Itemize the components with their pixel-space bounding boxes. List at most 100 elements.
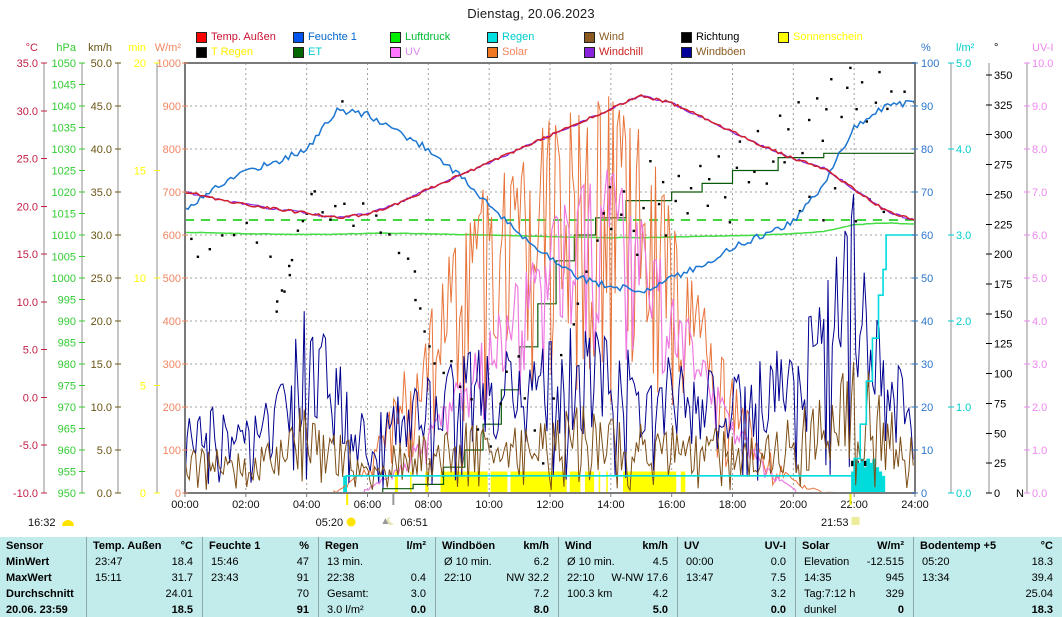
axis-tick-label: 100 <box>994 369 1012 381</box>
table-cell: 18.5 <box>171 604 193 616</box>
table-cell: 4.2 <box>652 588 668 600</box>
table-cell: °C <box>180 540 193 552</box>
axis-tick-label: 150 <box>994 309 1012 321</box>
table-column-temp-au-en: Temp. Außen °C 23:47 18.4 15:11 31.7 24.01 18.5 <box>86 537 202 617</box>
table-cell: 18.3 <box>1031 604 1053 616</box>
axis-tick-label: 6.0 <box>1032 230 1047 242</box>
table-column-sensor: Sensor MinWert MaxWert Durchschnitt 20.06. 2… <box>0 537 86 617</box>
table-cell: 7.5 <box>770 572 786 584</box>
axis-tick-label: 1025 <box>52 166 76 178</box>
axis-tick-label: 35.0 <box>17 58 38 70</box>
axis-tick-label: 965 <box>58 424 76 436</box>
table-cell: km/h <box>642 540 668 552</box>
table-cell: 91 <box>296 604 309 616</box>
x-axis-label: 00:00 <box>171 499 199 511</box>
axis-tick-label: 25 <box>994 458 1006 470</box>
sunrise-sun-icon <box>346 517 356 527</box>
axis-tick-label: 1035 <box>52 123 76 135</box>
axis-tick-label: 60 <box>921 230 933 242</box>
table-cell: km/h <box>523 540 549 552</box>
axis-tick-label: 300 <box>994 130 1012 142</box>
axis-tick-label: 20 <box>921 402 933 414</box>
axis-tick-label: 955 <box>58 467 76 479</box>
series-sonnenschein <box>394 471 686 492</box>
table-cell: 25.04 <box>1025 588 1053 600</box>
table-cell: 70 <box>296 588 309 600</box>
axis-tick-label: 45.0 <box>91 101 112 113</box>
axis-tick-label: 600 <box>163 230 181 242</box>
axis-tick-label: 5.0 <box>23 345 38 357</box>
sunset-sun-icon <box>851 517 860 525</box>
axis-tick-label: 25.0 <box>17 154 38 166</box>
sunrise-time: 05:20 <box>316 517 344 529</box>
axis-tick-label: 250 <box>994 189 1012 201</box>
table-column-windb-en: Windböen km/h Ø 10 min. 6.2 22:10 NW 32.2 7.2 8… <box>435 537 558 617</box>
series-windboeen <box>184 194 914 489</box>
axis-tick-label: 10.0 <box>1032 58 1053 70</box>
table-cell: 0.0 <box>770 604 786 616</box>
axis-tick-label: 125 <box>994 339 1012 351</box>
axis-tick-label: 50 <box>921 273 933 285</box>
axis-tick-label: 900 <box>163 101 181 113</box>
axis-tick-label: 990 <box>58 316 76 328</box>
table-cell: 20.06. 23:59 <box>6 604 68 616</box>
axis-tick-label: 35.0 <box>91 187 112 199</box>
axis-tick-label: 30.0 <box>17 106 38 118</box>
axis-tick-label: 20.0 <box>17 201 38 213</box>
axis-tick-label: 200 <box>163 402 181 414</box>
table-cell: 0.0 <box>770 556 786 568</box>
axis-deg: 3503253002752502252001751501251007550250… <box>986 42 1024 500</box>
table-cell: 13 min. <box>327 556 364 568</box>
table-cell: MinWert <box>6 556 50 568</box>
axis-tick-label: 0.0 <box>956 488 971 500</box>
axis-extra-label: N <box>1016 488 1024 500</box>
table-cell: 47 <box>296 556 309 568</box>
axis-tick-label: 980 <box>58 359 76 371</box>
axis-tick-label: 40.0 <box>91 144 112 156</box>
axis-tick-label: 90 <box>921 101 933 113</box>
sunset-time: 21:53 <box>821 517 849 529</box>
table-cell: 31.7 <box>171 572 193 584</box>
axis-tick-label: 9.0 <box>1032 101 1047 113</box>
axis-tick-label: 1040 <box>52 101 76 113</box>
axis-pct: 1009080706050403020100% <box>912 42 939 500</box>
axis-min: 20 15 10 5 0 min <box>128 42 160 500</box>
axis-tick-label: 400 <box>163 316 181 328</box>
axis-tick-label: 1.0 <box>1032 445 1047 457</box>
axis-tick-label: 970 <box>58 402 76 414</box>
x-axis-label: 10:00 <box>475 499 503 511</box>
axis-tick-label: 75 <box>994 398 1006 410</box>
axis-tick-label: 200 <box>994 249 1012 261</box>
axis-tick-label: 1030 <box>52 144 76 156</box>
table-cell: MaxWert <box>6 572 52 584</box>
axis-tick-label: 10.0 <box>17 297 38 309</box>
table-cell: 0.4 <box>410 572 426 584</box>
x-axis-label: 22:00 <box>840 499 868 511</box>
table-cell: W/m² <box>877 540 904 552</box>
axis-tick-label: 0.0 <box>23 392 38 404</box>
axis-tick-label: 700 <box>163 187 181 199</box>
moon-icon <box>62 520 74 526</box>
table-column-wind: Wind km/h Ø 10 min. 4.5 22:10 W-NW 17.6 100.3 … <box>558 537 677 617</box>
table-cell: 329 <box>885 588 904 600</box>
table-cell: 0 <box>897 604 904 616</box>
axis-tick-label: 1045 <box>52 80 76 92</box>
table-cell: °C <box>1040 540 1053 552</box>
axis-tick-label: 10 <box>921 445 933 457</box>
x-axis-label: 02:00 <box>232 499 260 511</box>
table-cell: 7.2 <box>533 588 549 600</box>
axis-tick-label: 70 <box>921 187 933 199</box>
axis-tick-label: -10.0 <box>13 488 38 500</box>
axis-tick-label: 100 <box>921 58 939 70</box>
axis-tick-label: 275 <box>994 160 1012 172</box>
axis-tick-label: 2.0 <box>1032 402 1047 414</box>
axis-lm2: 5.0 4.0 3.0 2.0 1.0 0.0 l/m² <box>948 42 975 500</box>
table-column-uv: UV UV-I 00:00 0.0 13:47 7.5 3.2 0.0 <box>677 537 795 617</box>
table-cell: 8.0 <box>533 604 549 616</box>
axis-tick-label: 30.0 <box>91 230 112 242</box>
table-column-bodentemp-5: Bodentemp +5 °C 05:20 18.3 13:34 39.4 25.04 18.… <box>913 537 1062 617</box>
axis-tick-label: 175 <box>994 279 1012 291</box>
axis-tick-label: 985 <box>58 338 76 350</box>
axis-tick-label: 15.0 <box>17 249 38 261</box>
weather-chart-canvas: 35.0 30.0 25.0 20.0 15.0 10.0 5.0 0.0 -5.0 -10.0 °… <box>13 42 1054 529</box>
